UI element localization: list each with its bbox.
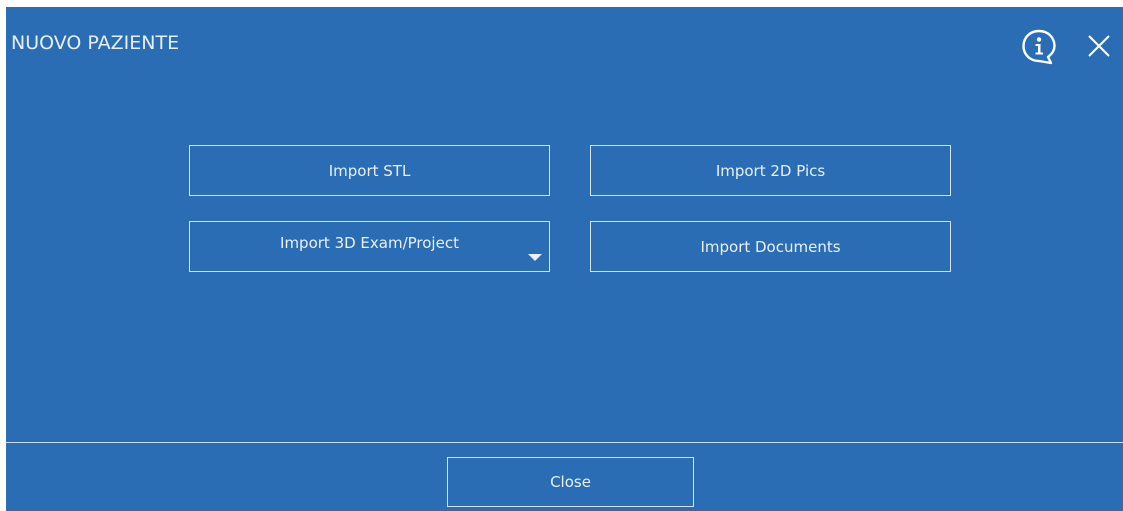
import-stl-button[interactable]: Import STL [189,145,550,196]
import-2d-pics-label: Import 2D Pics [715,161,826,180]
import-3d-exam-project-label: Import 3D Exam/Project [280,233,459,252]
dropdown-caret-icon[interactable] [528,254,542,261]
import-documents-button[interactable]: Import Documents [590,221,951,272]
footer-divider [6,442,1123,443]
import-documents-label: Import Documents [700,237,841,256]
new-patient-dialog: NUOVO PAZIENTE Import STL Import 2D Pics… [6,7,1123,511]
import-3d-exam-project-button[interactable]: Import 3D Exam/Project [189,221,550,272]
dialog-title: NUOVO PAZIENTE [11,32,180,54]
import-stl-label: Import STL [328,161,411,180]
close-button[interactable]: Close [447,457,694,507]
close-icon[interactable] [1086,33,1112,59]
import-2d-pics-button[interactable]: Import 2D Pics [590,145,951,196]
close-button-label: Close [550,473,591,491]
info-icon[interactable] [1020,28,1058,66]
